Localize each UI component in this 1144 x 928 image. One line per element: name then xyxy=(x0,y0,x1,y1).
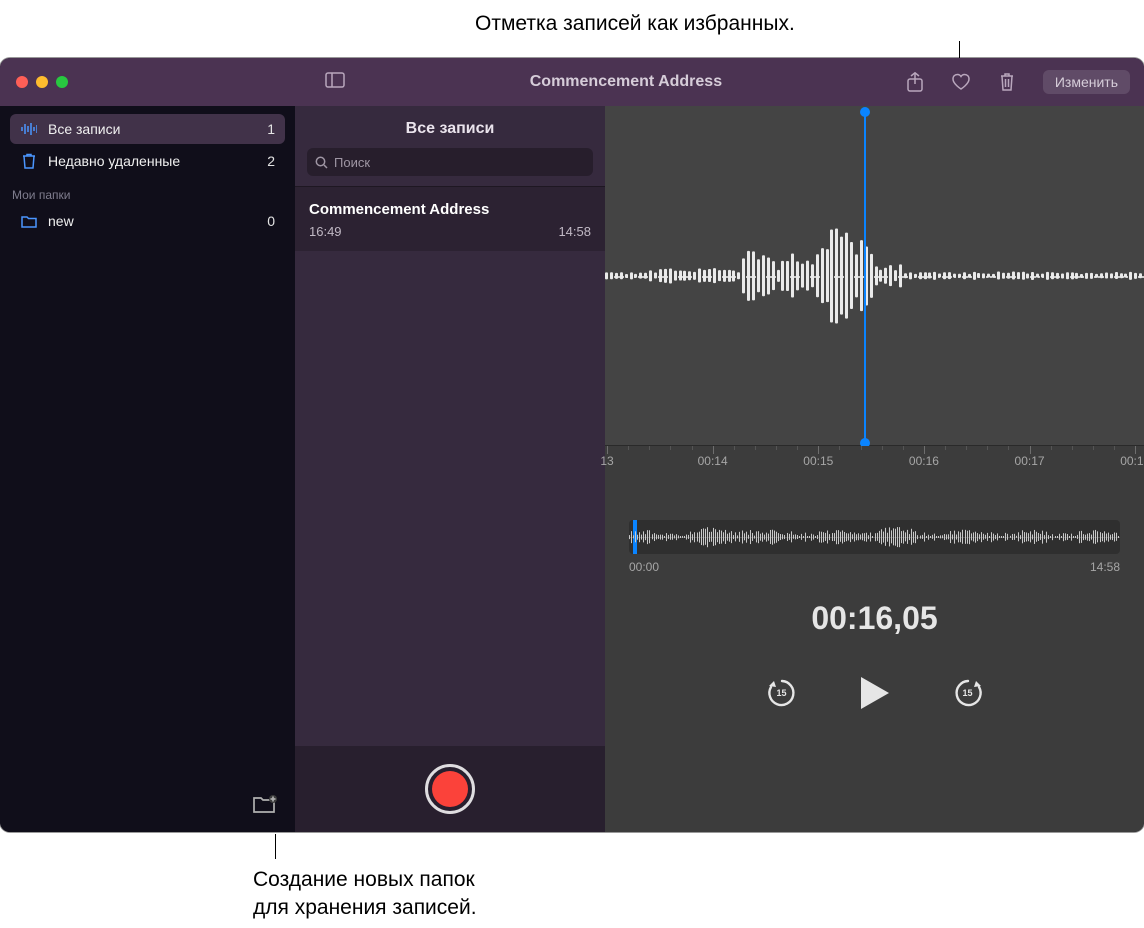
minimize-button[interactable] xyxy=(36,76,48,88)
recording-title: Commencement Address xyxy=(309,201,591,218)
window-title: Commencement Address xyxy=(345,73,907,91)
callout-favorite-text: Отметка записей как избранных. xyxy=(475,12,795,35)
recording-duration: 14:58 xyxy=(558,224,591,239)
recording-time: 16:49 xyxy=(309,224,342,239)
sidebar-item-recently-deleted[interactable]: Недавно удаленные 2 xyxy=(10,146,285,176)
current-time: 00:16,05 xyxy=(605,600,1144,637)
sidebar: Все записи 1 Недавно удаленные 2 Мои пап… xyxy=(0,106,295,832)
waveform-area[interactable] xyxy=(605,106,1144,446)
app-window: Commencement Address Изменить Все xyxy=(0,58,1144,832)
record-button[interactable] xyxy=(425,764,475,814)
toolbar-right: Изменить xyxy=(907,70,1144,94)
recordings-spacer xyxy=(295,251,605,746)
toggle-sidebar-icon[interactable] xyxy=(325,72,345,93)
timeline-tick: 00:18 xyxy=(1120,454,1144,468)
timeline-tick: 00:14 xyxy=(698,454,728,468)
titlebar: Commencement Address Изменить xyxy=(0,58,1144,106)
timeline-tick: 13 xyxy=(600,454,613,468)
timeline-tick: 00:16 xyxy=(909,454,939,468)
sidebar-folder-count: 0 xyxy=(267,213,275,229)
trash-icon xyxy=(20,153,38,169)
waveform-icon xyxy=(20,122,38,136)
callout-new-folder-line1: Создание новых папок xyxy=(253,866,477,894)
favorite-icon[interactable] xyxy=(951,73,971,91)
callout-leader-bottom xyxy=(275,834,276,859)
sidebar-item-count: 1 xyxy=(267,121,275,137)
skip-forward-button[interactable]: 15 xyxy=(951,676,985,710)
callout-new-folder-line2: для хранения записей. xyxy=(253,894,477,922)
delete-icon[interactable] xyxy=(999,72,1015,92)
recording-meta: 16:49 14:58 xyxy=(309,224,591,239)
new-folder-button[interactable] xyxy=(253,795,277,820)
play-button[interactable] xyxy=(859,675,891,711)
timeline-tick: 00:17 xyxy=(1015,454,1045,468)
callout-favorite: Отметка записей как избранных. xyxy=(475,10,795,38)
skip-back-button[interactable]: 15 xyxy=(765,676,799,710)
overview-start: 00:00 xyxy=(629,560,659,574)
overview-track[interactable] xyxy=(629,520,1120,554)
edit-button-label: Изменить xyxy=(1055,74,1118,90)
overview-area: 00:00 14:58 xyxy=(629,520,1120,574)
sidebar-item-label: Недавно удаленные xyxy=(48,153,267,169)
zoom-button[interactable] xyxy=(56,76,68,88)
timeline-tick: 00:15 xyxy=(803,454,833,468)
sidebar-item-count: 2 xyxy=(267,153,275,169)
sidebar-item-label: Все записи xyxy=(48,121,267,137)
playhead[interactable] xyxy=(864,112,866,443)
skip-forward-seconds: 15 xyxy=(962,688,972,698)
sidebar-section-header: Мои папки xyxy=(0,178,295,206)
skip-back-seconds: 15 xyxy=(776,688,786,698)
search-input[interactable]: Поиск xyxy=(307,148,593,176)
window-body: Все записи 1 Недавно удаленные 2 Мои пап… xyxy=(0,106,1144,832)
sidebar-item-all-recordings[interactable]: Все записи 1 xyxy=(10,114,285,144)
folder-icon xyxy=(20,215,38,228)
player-pane: 1300:1400:1500:1600:1700:18 00:00 14:58 … xyxy=(605,106,1144,832)
close-button[interactable] xyxy=(16,76,28,88)
traffic-lights xyxy=(0,76,295,88)
recording-item[interactable]: Commencement Address 16:49 14:58 xyxy=(295,186,605,251)
sidebar-folder-label: new xyxy=(48,213,267,229)
playback-controls: 15 15 xyxy=(605,675,1144,711)
record-area xyxy=(295,746,605,832)
share-icon[interactable] xyxy=(907,72,923,92)
search-icon xyxy=(315,156,328,169)
edit-button[interactable]: Изменить xyxy=(1043,70,1130,94)
callout-new-folder: Создание новых папок для хранения записе… xyxy=(253,866,477,922)
search-placeholder: Поиск xyxy=(334,155,370,170)
sidebar-list: Все записи 1 Недавно удаленные 2 xyxy=(0,106,295,178)
sidebar-folder-new[interactable]: new 0 xyxy=(10,206,285,236)
recordings-header: Все записи xyxy=(295,106,605,148)
overview-end: 14:58 xyxy=(1090,560,1120,574)
waveform-timeline: 1300:1400:1500:1600:1700:18 xyxy=(605,446,1144,492)
recordings-column: Все записи Поиск Commencement Address 16… xyxy=(295,106,605,832)
